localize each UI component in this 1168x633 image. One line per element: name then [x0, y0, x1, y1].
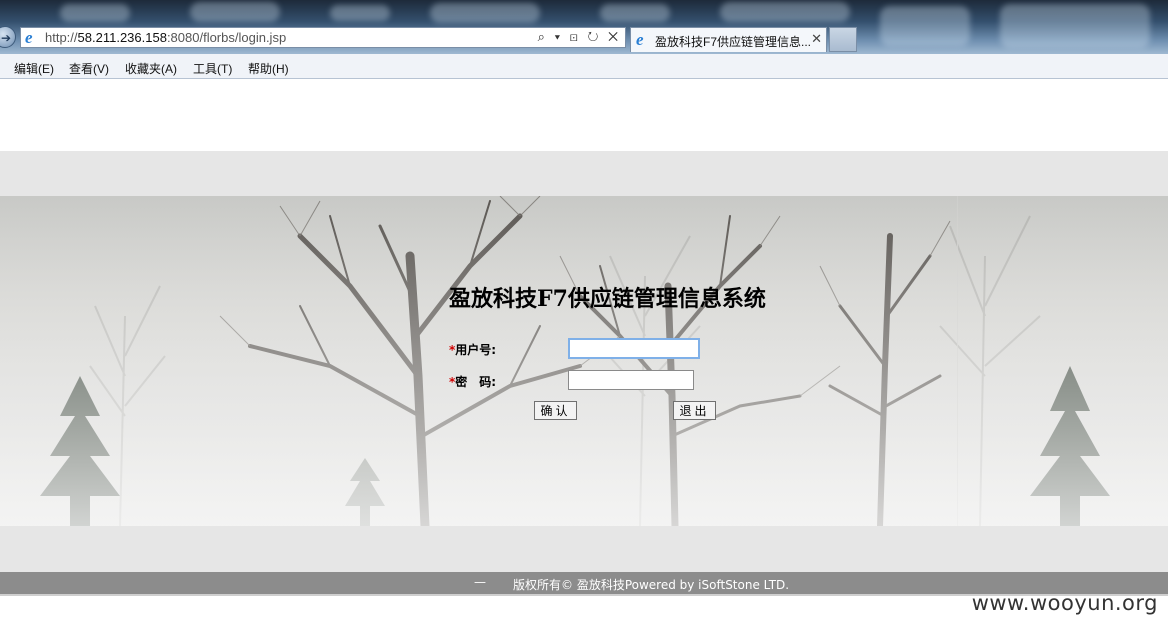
arrow-right-icon: ➔ [0, 31, 11, 45]
menu-item-view[interactable]: 查看(V) [69, 60, 109, 77]
winter-forest-image [0, 196, 1168, 526]
watermark: www.wooyun.org [971, 591, 1158, 615]
url-host: 58.211.236.158 [77, 30, 167, 45]
tab-title: 盈放科技F7供应链管理信息... [655, 35, 812, 49]
winter-forest-banner [0, 196, 1168, 526]
menu-item-edit[interactable]: 编辑(E) [14, 60, 54, 77]
menu-item-help[interactable]: 帮助(H) [248, 60, 289, 77]
address-url[interactable]: http://58.211.236.158:8080/florbs/login.… [45, 30, 286, 45]
exit-button[interactable]: 退出 [673, 401, 716, 420]
url-path: :8080/florbs/login.jsp [166, 30, 287, 45]
copyright-text: 版权所有© 盈放科技Powered by iSoftStone LTD. [513, 578, 790, 592]
bottom-band [0, 526, 1168, 572]
confirm-button[interactable]: 确认 [534, 401, 577, 420]
menu-bar: 编辑(E) 查看(V) 收藏夹(A) 工具(T) 帮助(H) [0, 54, 1168, 79]
password-label-text: 密 码: [455, 375, 497, 389]
ie-logo-icon: e [636, 30, 644, 49]
top-band [0, 151, 1168, 196]
username-input[interactable] [568, 338, 700, 359]
close-icon[interactable]: ✕ [811, 31, 822, 47]
url-prefix: http:// [45, 30, 78, 45]
address-bar-tools[interactable]: ⌕ ▾ ⊡ ↻ ✕ [538, 29, 621, 45]
footer-dash: — [474, 575, 486, 589]
browser-tab-active[interactable]: e 盈放科技F7供应链管理信息... ✕ [630, 27, 827, 52]
username-label: *用户号: [449, 341, 496, 358]
browser-titlebar: ➔ e http://58.211.236.158:8080/florbs/lo… [0, 0, 1168, 54]
menu-item-tools[interactable]: 工具(T) [193, 60, 232, 77]
password-label: *密 码: [449, 373, 496, 390]
username-label-text: 用户号: [455, 343, 497, 357]
address-bar[interactable]: e http://58.211.236.158:8080/florbs/logi… [20, 27, 626, 48]
back-button[interactable]: ➔ [0, 26, 16, 48]
password-input[interactable] [568, 370, 694, 390]
page-title: 盈放科技F7供应链管理信息系统 [449, 286, 766, 312]
ie-logo-icon: e [25, 28, 33, 47]
new-tab-button[interactable] [829, 27, 857, 52]
menu-item-favorites[interactable]: 收藏夹(A) [125, 60, 177, 77]
